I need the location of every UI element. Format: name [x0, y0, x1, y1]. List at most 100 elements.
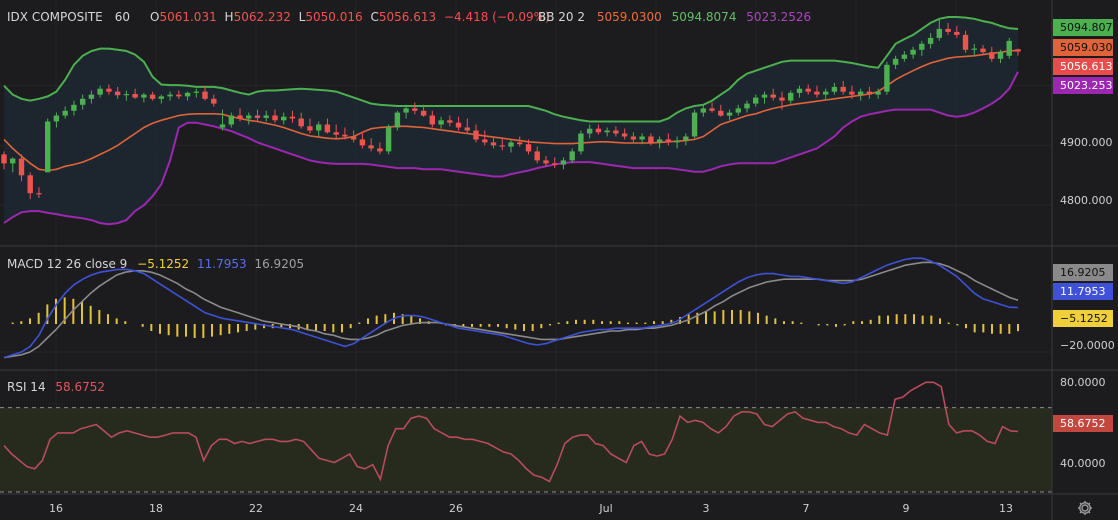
candle-body	[228, 115, 234, 125]
candle-body	[796, 88, 803, 93]
candle-body	[289, 116, 296, 119]
candle-body	[141, 94, 147, 98]
candle-body	[281, 116, 287, 121]
candle-body	[359, 139, 366, 146]
candle-body	[587, 128, 593, 134]
candle-body	[464, 127, 470, 131]
candle-body	[473, 130, 479, 140]
candle-body	[447, 120, 453, 123]
time-label: 18	[149, 502, 163, 515]
candle-body	[744, 103, 750, 109]
candle-body	[394, 112, 401, 128]
candle-body	[202, 91, 208, 99]
time-label: 7	[803, 502, 810, 515]
candle-body	[429, 115, 435, 125]
candle-body	[805, 88, 811, 92]
candle-body	[455, 122, 462, 128]
price-tick-label: 4900.000	[1060, 136, 1113, 149]
candle-body	[80, 98, 86, 105]
candle-body	[718, 110, 724, 116]
candle-body	[246, 115, 252, 119]
rsi-tick-label: 80.0000	[1060, 376, 1106, 389]
candle-body	[10, 158, 16, 164]
candle-body	[884, 64, 890, 92]
candle-body	[840, 86, 846, 92]
candle-body	[71, 104, 77, 111]
candle-body	[665, 139, 671, 143]
candle-body	[385, 127, 392, 152]
bb-middle-tag-label: 5059.030	[1060, 41, 1113, 54]
candle-body	[377, 148, 383, 152]
candle-body	[53, 115, 60, 122]
candle-body	[18, 158, 25, 176]
candle-body	[656, 139, 663, 143]
candle-body	[936, 28, 942, 38]
candle-body	[167, 94, 173, 97]
candle-body	[534, 151, 540, 161]
candle-body	[997, 52, 1004, 59]
candle-body	[569, 151, 575, 161]
rsi-band-fill	[0, 407, 1052, 492]
candle-body	[438, 120, 444, 125]
bb-lower-tag-label: 5023.253	[1060, 79, 1113, 92]
candle-body	[1006, 40, 1012, 56]
candle-body	[97, 88, 103, 95]
candle-body	[779, 97, 785, 101]
candle-body	[989, 52, 995, 59]
macd-tick-label: −20.0000	[1060, 339, 1115, 352]
candle-body	[350, 136, 357, 140]
candle-body	[543, 160, 549, 164]
candle-body	[1, 154, 7, 164]
candle-body	[621, 133, 628, 137]
candle-body	[123, 94, 130, 96]
candle-body	[866, 91, 873, 95]
candle-body	[875, 91, 881, 95]
candle-body	[517, 142, 523, 145]
candle-body	[45, 121, 51, 173]
price-legend: IDX COMPOSITE 60 O5061.031 H5062.232 L505…	[7, 10, 811, 24]
time-label: 9	[903, 502, 910, 515]
candle-body	[132, 94, 138, 98]
candle-body	[971, 48, 977, 50]
time-label: 26	[449, 502, 463, 515]
candle-body	[237, 115, 243, 119]
time-label: Jul	[598, 502, 612, 515]
candle-body	[508, 142, 514, 147]
candle-body	[403, 108, 409, 113]
candle-body	[831, 86, 838, 92]
candle-body	[62, 110, 68, 116]
candle-body	[552, 163, 558, 165]
candle-body	[604, 130, 610, 133]
candle-body	[954, 31, 960, 35]
candle-body	[114, 91, 121, 96]
candle-body	[298, 118, 304, 127]
candle-body	[158, 96, 164, 99]
candle-body	[945, 28, 951, 32]
candle-body	[324, 124, 331, 133]
candle-body	[892, 58, 899, 65]
candle-body	[630, 136, 637, 140]
rsi-tick-label: 40.0000	[1060, 457, 1106, 470]
candle-body	[88, 94, 95, 99]
candle-body	[683, 136, 689, 141]
candle-body	[726, 112, 733, 116]
price-tick-label: 4800.000	[1060, 194, 1113, 207]
time-label: 22	[249, 502, 263, 515]
candle-body	[27, 175, 33, 194]
candle-body	[499, 145, 505, 147]
ohlc-readout: O5061.031 H5062.232 L5050.016 C5056.613 …	[150, 10, 550, 24]
symbol-name: IDX COMPOSITE	[7, 10, 103, 24]
candle-body	[36, 193, 42, 195]
candle-body	[927, 37, 934, 44]
candle-body	[525, 144, 532, 152]
candle-body	[823, 91, 829, 95]
trading-chart[interactable]: IDX COMPOSITE 60 O5061.031 H5062.232 L505…	[0, 0, 1118, 520]
candle-body	[316, 124, 322, 131]
candle-body	[700, 108, 706, 113]
candle-body	[919, 43, 925, 50]
candle-body	[639, 136, 645, 140]
candle-body	[420, 110, 427, 116]
candle-body	[482, 139, 488, 143]
macd-line-tag-label: 11.7953	[1060, 285, 1106, 298]
bb-upper-tag-label: 5094.807	[1060, 21, 1113, 34]
